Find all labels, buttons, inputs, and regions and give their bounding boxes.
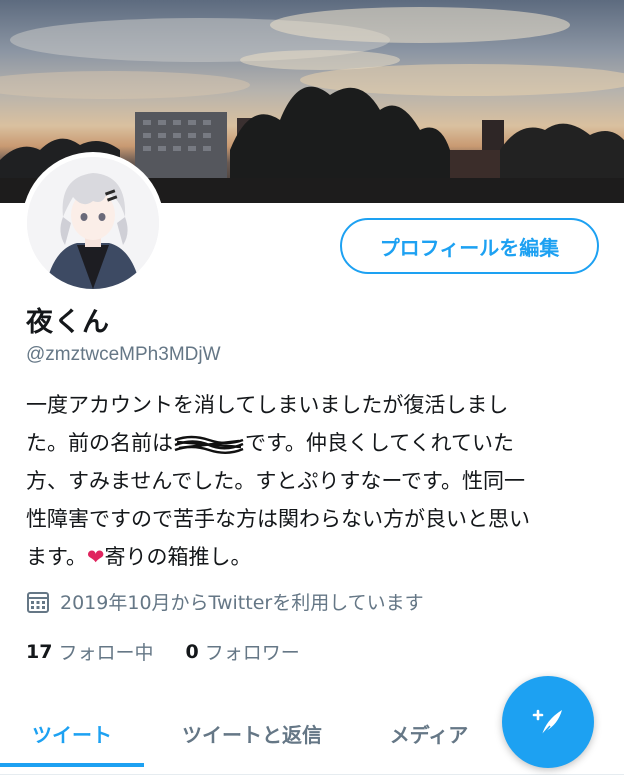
redacted-scribble xyxy=(173,424,245,462)
tab-tweets-and-replies[interactable]: ツイートと返信 xyxy=(152,700,352,766)
compose-tweet-icon xyxy=(532,709,562,736)
bio-text: 寄りの箱推し。 xyxy=(104,545,252,569)
joined-date: 2019年10月からTwitterを利用しています xyxy=(26,588,424,615)
anime-avatar-illustration xyxy=(27,157,159,289)
user-handle: @zmztwceMPh3MDjW xyxy=(26,344,221,365)
following-count: 17 xyxy=(26,640,53,663)
bio-line: た。前の名前は です。仲良くしてくれていた xyxy=(26,424,586,462)
followers-link[interactable]: 0 フォロワー xyxy=(185,638,299,665)
tab-tweets[interactable]: ツイート xyxy=(0,700,144,766)
bio-line: 性障害ですので苦手な方は関わらない方が良いと思い xyxy=(26,507,530,531)
follow-stats: 17 フォロー中 0 フォロワー xyxy=(26,638,332,665)
bio-line: ます。❤寄りの箱推し。 xyxy=(26,538,586,576)
avatar[interactable] xyxy=(22,152,164,294)
compose-tweet-button[interactable] xyxy=(502,676,594,768)
profile-bio: 一度アカウントを消してしまいましたが復活しまし た。前の名前は です。仲良くして… xyxy=(26,386,586,576)
calendar-icon xyxy=(27,591,49,613)
edit-profile-button[interactable]: プロフィールを編集 xyxy=(340,218,599,274)
heart-icon: ❤ xyxy=(86,545,105,569)
display-name: 夜くん xyxy=(26,307,110,338)
bio-line: 方、すみませんでした。すとぷりすなーです。性同一 xyxy=(26,469,525,493)
avatar-image xyxy=(27,157,159,289)
bio-text: です。仲良くしてくれていた xyxy=(245,431,515,455)
following-link[interactable]: 17 フォロー中 xyxy=(26,638,153,665)
active-tab-indicator xyxy=(0,763,144,767)
tab-media[interactable]: メディア xyxy=(366,700,492,766)
followers-count: 0 xyxy=(185,640,199,663)
following-label: フォロー中 xyxy=(58,642,154,664)
bio-text: ます。 xyxy=(26,545,87,569)
followers-label: フォロワー xyxy=(204,642,300,664)
bio-text: た。前の名前は xyxy=(26,431,173,455)
bio-line: 一度アカウントを消してしまいましたが復活しまし xyxy=(26,393,509,417)
joined-text: 2019年10月からTwitterを利用しています xyxy=(60,592,424,614)
